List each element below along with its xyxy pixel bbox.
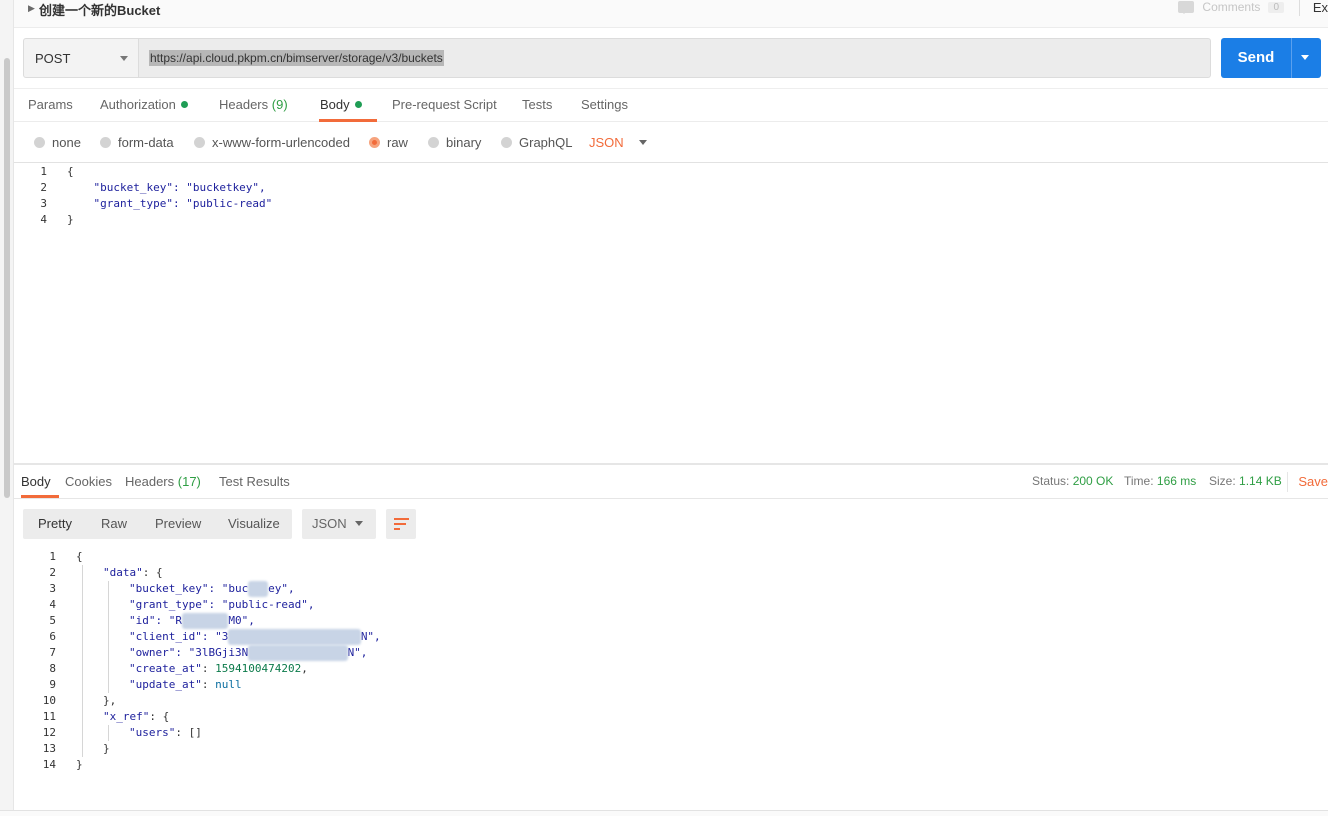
left-scrollbar[interactable] — [0, 0, 14, 816]
redacted-text: xxxxxxxxxxxxxxx — [248, 645, 348, 661]
redacted-text: xxx — [248, 581, 269, 597]
radio-none[interactable]: none — [34, 135, 81, 150]
redacted-text: xxxxxxx — [182, 613, 229, 629]
tab-authorization[interactable]: Authorization — [100, 89, 188, 122]
view-preview[interactable]: Preview — [155, 509, 201, 539]
send-label: Send — [1237, 49, 1275, 66]
comments-label: Comments — [1202, 0, 1261, 14]
view-raw[interactable]: Raw — [101, 509, 127, 539]
tab-headers[interactable]: Headers (9) — [219, 89, 288, 122]
method-select[interactable]: POST — [23, 38, 139, 78]
tab-body[interactable]: Body — [319, 89, 377, 122]
request-url-row: POST https://api.cloud.pkpm.cn/bimserver… — [23, 38, 1321, 78]
radio-binary[interactable]: binary — [428, 135, 481, 150]
topbar-divider — [1299, 0, 1300, 16]
comments-count-badge: 0 — [1268, 1, 1284, 13]
chevron-down-icon — [638, 140, 647, 149]
url-value: https://api.cloud.pkpm.cn/bimserver/stor… — [149, 50, 444, 66]
body-format-select[interactable]: JSON — [589, 135, 647, 150]
status-dot-icon — [354, 101, 362, 108]
indent-guide — [108, 725, 109, 741]
examples-button[interactable]: Ex — [1313, 0, 1328, 15]
request-tabs: Params Authorization Headers (9) Body Pr… — [14, 88, 1328, 122]
indent-guide — [108, 581, 109, 693]
response-time: Time: 166 ms — [1124, 474, 1197, 488]
indent-guide — [82, 565, 83, 757]
tab-tests[interactable]: Tests — [522, 89, 552, 122]
radio-raw[interactable]: raw — [369, 135, 408, 150]
bottom-status-bar — [0, 810, 1328, 816]
tab-settings[interactable]: Settings — [581, 89, 628, 122]
radio-graphql[interactable]: GraphQL — [501, 135, 572, 150]
tab-params[interactable]: Params — [28, 89, 73, 122]
body-type-selector: none form-data x-www-form-urlencoded raw… — [14, 122, 1328, 163]
wrap-lines-icon[interactable] — [386, 509, 416, 539]
chevron-down-icon — [355, 521, 363, 530]
tab-test-results[interactable]: Test Results — [219, 465, 290, 498]
redacted-text: xxxxxxxxxxxxxxxxxxxx — [228, 629, 361, 645]
expand-caret-icon[interactable]: ▶ — [28, 3, 35, 14]
request-body-editor[interactable]: 1{ 2 "bucket_key": "bucketkey", 3 "grant… — [14, 164, 1328, 463]
send-divider — [1291, 38, 1292, 78]
comment-icon — [1178, 1, 1195, 14]
status-dot-icon — [180, 101, 188, 108]
url-input[interactable]: https://api.cloud.pkpm.cn/bimserver/stor… — [138, 38, 1211, 78]
request-name[interactable]: 创建一个新的Bucket — [39, 0, 160, 19]
request-title-bar: ▶ 创建一个新的Bucket Comments 0 Ex — [14, 0, 1328, 28]
tab-pre-request-script[interactable]: Pre-request Script — [392, 89, 497, 122]
method-value: POST — [35, 50, 71, 66]
radio-x-www-form-urlencoded[interactable]: x-www-form-urlencoded — [194, 135, 350, 150]
response-format-select[interactable]: JSON — [302, 509, 376, 539]
view-mode-group: Pretty Raw Preview Visualize — [23, 509, 292, 539]
comments-button[interactable]: Comments 0 — [1178, 0, 1284, 14]
view-pretty[interactable]: Pretty — [38, 509, 72, 539]
tab-cookies[interactable]: Cookies — [65, 465, 112, 498]
chevron-down-icon — [120, 56, 128, 65]
response-size: Size: 1.14 KB — [1209, 474, 1282, 488]
save-response-button[interactable]: Save — [1287, 472, 1328, 492]
tab-response-body[interactable]: Body — [21, 465, 59, 498]
response-tabs: Body Cookies Headers (17) Test Results S… — [14, 465, 1328, 499]
radio-form-data[interactable]: form-data — [100, 135, 174, 150]
tab-response-headers[interactable]: Headers (17) — [125, 465, 201, 498]
send-button[interactable]: Send — [1221, 38, 1321, 78]
response-body-viewer[interactable]: 1{ 2"data": { 3"bucket_key": "bucxxxey",… — [14, 549, 1328, 789]
send-options-chevron-icon[interactable] — [1301, 55, 1309, 64]
response-status: Status: 200 OK — [1032, 474, 1114, 488]
scrollbar-thumb[interactable] — [4, 58, 10, 498]
view-visualize[interactable]: Visualize — [228, 509, 280, 539]
